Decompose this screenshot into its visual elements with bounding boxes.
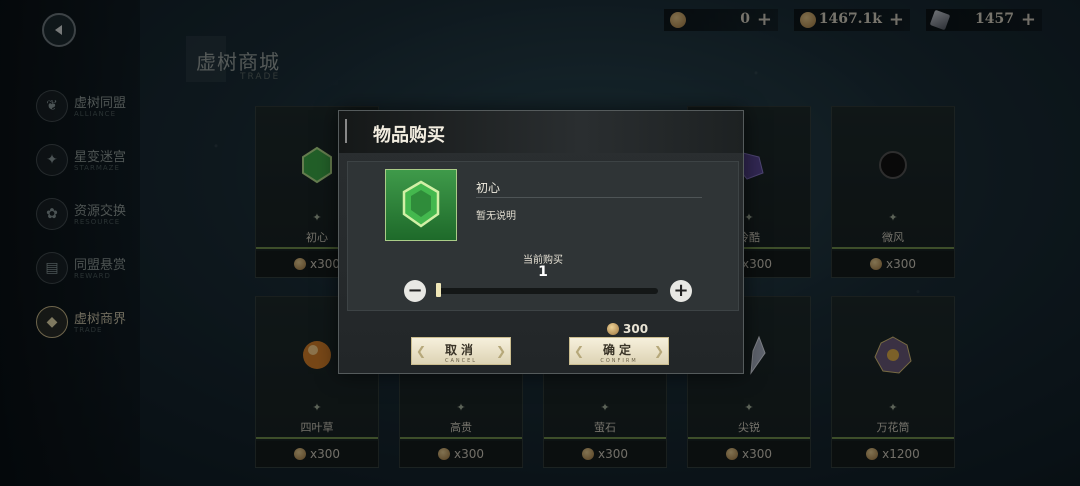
cancel-button[interactable]: ❮ 取消 CANCEL ❯ bbox=[411, 337, 511, 365]
minus-icon: − bbox=[407, 280, 423, 301]
purchase-dialog: 物品购买 初心 暂无说明 当前购买 1 − + 300 ❮ 取消 CANCEL … bbox=[338, 110, 744, 374]
chevron-left-icon: ❮ bbox=[574, 344, 585, 358]
cost-value: 300 bbox=[623, 322, 649, 336]
confirm-sublabel: CONFIRM bbox=[600, 358, 638, 364]
quantity-value: 1 bbox=[538, 264, 548, 280]
plus-icon: + bbox=[673, 280, 689, 301]
item-name: 初心 bbox=[476, 181, 501, 195]
coin-icon bbox=[607, 323, 619, 335]
chevron-right-icon: ❯ bbox=[653, 344, 664, 358]
item-description: 暂无说明 bbox=[476, 211, 516, 222]
total-cost: 300 bbox=[607, 322, 648, 336]
dialog-header: 物品购买 bbox=[339, 111, 743, 153]
divider bbox=[476, 197, 702, 198]
item-detail-panel: 初心 暂无说明 当前购买 1 − + bbox=[347, 161, 739, 311]
decrease-quantity-button[interactable]: − bbox=[404, 280, 426, 302]
chevron-left-icon: ❮ bbox=[416, 344, 427, 358]
confirm-button[interactable]: ❮ 确定 CONFIRM ❯ bbox=[569, 337, 669, 365]
dialog-title: 物品购买 bbox=[373, 125, 445, 146]
increase-quantity-button[interactable]: + bbox=[670, 280, 692, 302]
quantity-slider[interactable] bbox=[438, 288, 658, 294]
slider-handle[interactable] bbox=[436, 283, 441, 297]
green-gem-icon bbox=[402, 180, 440, 228]
cancel-sublabel: CANCEL bbox=[444, 358, 478, 364]
item-thumbnail bbox=[385, 169, 457, 241]
header-decoration bbox=[345, 119, 359, 143]
chevron-right-icon: ❯ bbox=[495, 344, 506, 358]
